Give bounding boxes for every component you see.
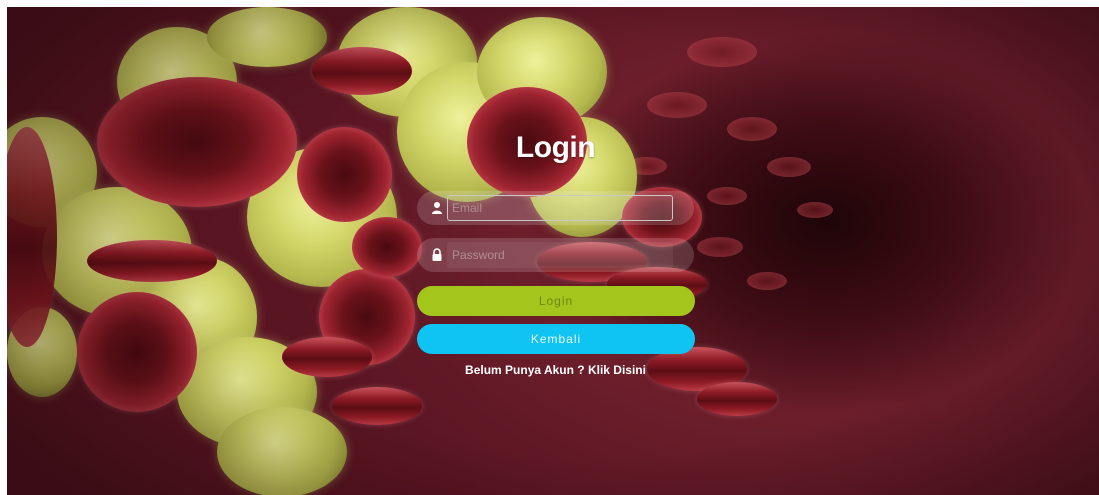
back-button[interactable]: Kembali bbox=[417, 324, 695, 354]
login-button[interactable]: Login bbox=[417, 286, 695, 316]
login-form: Login Login Kembali Belum Punya Akun ? K… bbox=[0, 0, 1099, 495]
user-icon bbox=[431, 201, 443, 215]
page-title: Login bbox=[515, 131, 596, 164]
password-field-wrapper bbox=[417, 238, 694, 272]
email-input[interactable] bbox=[447, 195, 673, 221]
signup-link[interactable]: Belum Punya Akun ? Klik Disini bbox=[0, 363, 1099, 377]
username-field-wrapper bbox=[417, 191, 694, 225]
password-input[interactable] bbox=[447, 242, 673, 268]
lock-icon bbox=[431, 248, 443, 262]
